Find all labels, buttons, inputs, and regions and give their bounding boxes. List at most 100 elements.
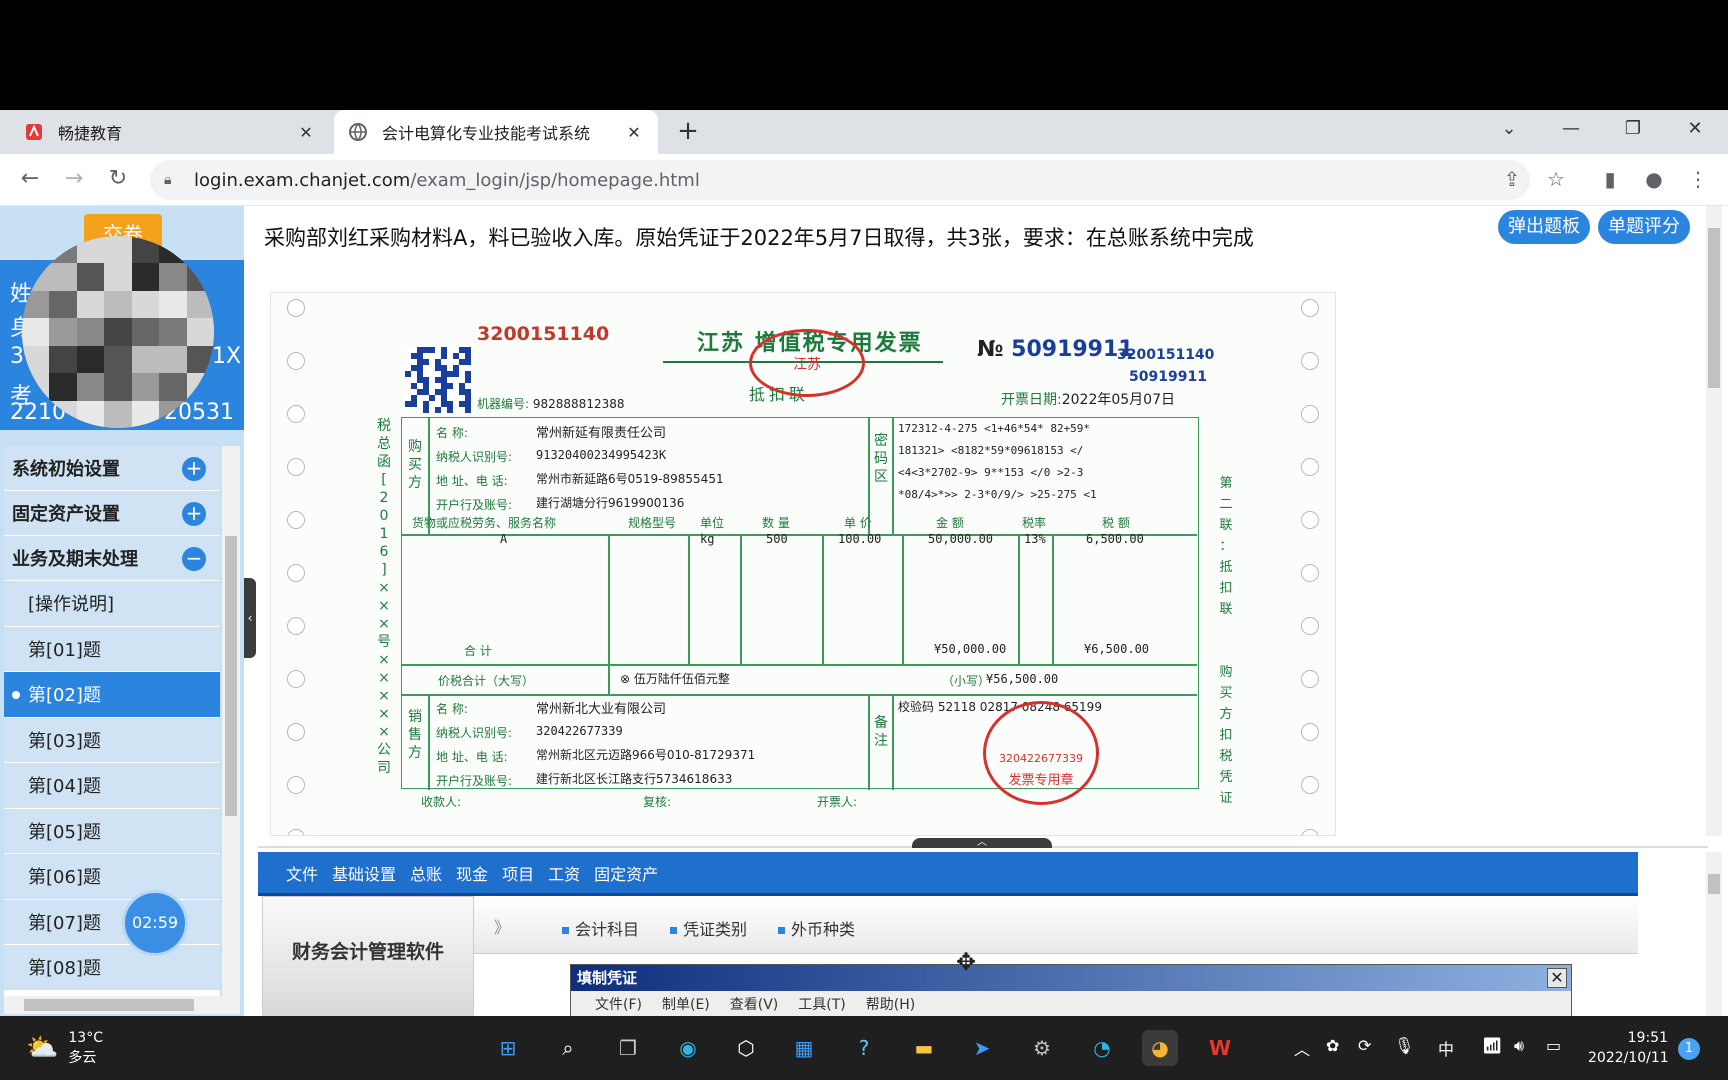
sidebar-item-question[interactable]: 第[06]题 — [4, 854, 220, 900]
dialog-menu-item[interactable]: 文件(F) — [595, 991, 642, 1019]
share-icon[interactable]: ⇪ — [1498, 166, 1526, 194]
menu-group-business[interactable]: 业务及期末处理 − — [4, 536, 220, 581]
url-input[interactable]: 🔒︎ login.exam.chanjet.com/exam_login/jsp… — [150, 160, 1530, 200]
dialog-menu-item[interactable]: 制单(E) — [662, 991, 710, 1019]
dialog-menu-item[interactable]: 工具(T) — [798, 991, 845, 1019]
tab-exam-system[interactable]: 会计电算化专业技能考试系统 ✕ — [334, 110, 658, 154]
score-question-button[interactable]: 单题评分 — [1598, 210, 1690, 244]
collapse-icon[interactable]: − — [182, 547, 206, 571]
search-icon[interactable]: ⌕ — [550, 1030, 586, 1066]
panel-splitter-handle[interactable]: ︿ — [912, 838, 1052, 848]
countdown-timer[interactable]: 02:59 — [122, 890, 188, 956]
app-menu-item[interactable]: 总账 — [410, 861, 442, 885]
tab-search-icon[interactable]: ⌄ — [1494, 118, 1524, 146]
weather-widget[interactable]: ⛅ 13°C 多云 — [26, 1028, 103, 1068]
sidebar-item-question[interactable]: 第[04]题 — [4, 763, 220, 809]
sidebar-item-question[interactable]: 第[03]题 — [4, 717, 220, 763]
store-icon[interactable]: ▦ — [786, 1030, 822, 1066]
app-menu-item[interactable]: 基础设置 — [332, 861, 396, 885]
sidebar-item-question[interactable]: [操作说明] — [4, 581, 220, 627]
scroll-thumb[interactable] — [1708, 874, 1720, 894]
sidebar-item-question[interactable]: 第[01]题 — [4, 626, 220, 672]
total-tax: ¥6,500.00 — [1084, 642, 1150, 656]
app-menu-item[interactable]: 固定资产 — [594, 861, 658, 885]
scroll-thumb[interactable] — [225, 536, 237, 816]
dialog-menu-item[interactable]: 帮助(H) — [866, 991, 915, 1019]
scroll-thumb[interactable] — [24, 999, 194, 1011]
feishu-icon[interactable]: ➤ — [964, 1030, 1000, 1066]
sidebar-item-question[interactable]: 第[02]题 — [4, 672, 220, 718]
seller-bank: 建行新北区长江路支行5734618633 — [536, 772, 733, 786]
dialog-menu-item[interactable]: 查看(V) — [730, 991, 779, 1019]
question-scrollbar[interactable] — [1706, 206, 1722, 836]
invoice-number: № 50919911 — [977, 337, 1134, 362]
expand-icon[interactable]: + — [182, 457, 206, 481]
reload-icon[interactable]: ↻ — [104, 166, 132, 194]
close-tab-icon[interactable]: ✕ — [624, 123, 644, 142]
close-tab-icon[interactable]: ✕ — [296, 123, 316, 142]
dialog-close-button[interactable]: ✕ — [1547, 968, 1567, 988]
app-icon[interactable]: ⬡ — [728, 1030, 764, 1066]
app-logo: 财务会计管理软件 — [262, 896, 474, 1020]
perforation-hole — [287, 511, 305, 529]
battery-icon[interactable]: ▭ — [1546, 1036, 1561, 1055]
quick-link-accounts[interactable]: 会计科目 — [562, 916, 639, 940]
back-icon[interactable]: ← — [16, 166, 44, 194]
scroll-thumb[interactable] — [1708, 228, 1720, 388]
edge-icon[interactable]: ◉ — [670, 1030, 706, 1066]
item-tax: 6,500.00 — [1086, 532, 1144, 546]
popup-board-button[interactable]: 弹出题板 — [1498, 210, 1590, 244]
settings-gear-icon[interactable]: ⚙ — [1024, 1030, 1060, 1066]
expand-icon[interactable]: + — [182, 502, 206, 526]
wifi-icon[interactable]: 📶︎ — [1482, 1036, 1502, 1055]
file-explorer-icon[interactable]: ▬ — [906, 1030, 942, 1066]
forward-icon[interactable]: → — [60, 166, 88, 194]
taskbar: ⛅ 13°C 多云 ⊞ ⌕ ❐ ◉ ⬡ ▦ ? ▬ ➤ ⚙ ◔ ◕ W ︿ ✿ … — [0, 1016, 1728, 1080]
perforation-hole — [1301, 458, 1319, 476]
tab-changjie[interactable]: 畅捷教育 ✕ — [10, 110, 330, 154]
seller-name-label: 名 称: — [436, 702, 468, 716]
sidebar-item-question[interactable]: 第[05]题 — [4, 808, 220, 854]
ime-indicator[interactable]: 中 — [1438, 1036, 1454, 1060]
clock-time: 19:51 — [1627, 1030, 1668, 1046]
sidebar-scrollbar[interactable] — [222, 446, 240, 998]
app-menu-item[interactable]: 工资 — [548, 861, 580, 885]
side-panel-icon[interactable]: ▮ — [1596, 166, 1624, 194]
invoice-number-right: 50919911 — [1129, 369, 1207, 385]
minimize-button[interactable]: — — [1556, 118, 1586, 146]
app-menu-item[interactable]: 文件 — [286, 861, 318, 885]
volume-icon[interactable]: 🔊︎ — [1514, 1036, 1524, 1056]
chat-icon[interactable]: ◔ — [1084, 1030, 1120, 1066]
app-menu-item[interactable]: 现金 — [456, 861, 488, 885]
menu-group-fixed-assets[interactable]: 固定资产设置 + — [4, 491, 220, 536]
menu-group-system-init[interactable]: 系统初始设置 + — [4, 446, 220, 491]
wps-icon[interactable]: W — [1202, 1030, 1238, 1066]
chrome-icon[interactable]: ◕ — [1142, 1030, 1178, 1066]
sidebar-item-label: 第[01]题 — [28, 639, 101, 661]
windows-start-icon[interactable]: ⊞ — [490, 1030, 526, 1066]
close-window-button[interactable]: ✕ — [1680, 118, 1710, 146]
notification-badge[interactable]: 1 — [1678, 1038, 1700, 1060]
task-view-icon[interactable]: ❐ — [610, 1030, 646, 1066]
collapse-sidebar-button[interactable]: ‹ — [244, 578, 256, 658]
sidebar-hscrollbar[interactable] — [4, 996, 240, 1014]
sidebar-item-question[interactable]: 第[08]题 — [4, 945, 220, 991]
new-tab-button[interactable]: + — [672, 116, 704, 148]
column-header: 数 量 — [762, 516, 790, 530]
sync-icon[interactable]: ⟳ — [1358, 1036, 1371, 1055]
quick-link-currencies[interactable]: 外币种类 — [778, 916, 855, 940]
microphone-icon[interactable]: 🎙︎ — [1394, 1036, 1414, 1055]
app-scrollbar[interactable] — [1706, 852, 1722, 1016]
app-menu-item[interactable]: 项目 — [502, 861, 534, 885]
expand-arrows-icon[interactable]: 》 — [494, 914, 510, 938]
tray-app-icon[interactable]: ✿ — [1326, 1036, 1339, 1055]
more-menu-icon[interactable]: ⋮ — [1684, 166, 1712, 194]
help-icon[interactable]: ? — [846, 1030, 882, 1066]
profile-icon[interactable]: ● — [1640, 166, 1668, 194]
restore-button[interactable]: ❐ — [1618, 118, 1648, 146]
clock[interactable]: 19:51 2022/10/11 — [1588, 1028, 1669, 1068]
bookmark-star-icon[interactable]: ☆ — [1542, 166, 1570, 194]
globe-icon — [348, 122, 368, 142]
tray-overflow-icon[interactable]: ︿ — [1294, 1036, 1310, 1060]
quick-link-voucher-types[interactable]: 凭证类别 — [670, 916, 747, 940]
